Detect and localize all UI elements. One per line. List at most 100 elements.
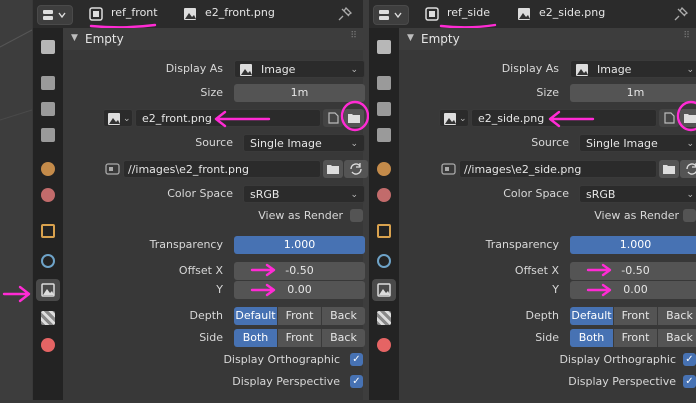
view-as-render-label: View as Render xyxy=(258,209,343,222)
properties-header: ref_side e2_side.png xyxy=(369,0,696,29)
material-tab-icon[interactable] xyxy=(377,338,391,352)
display-orthographic-checkbox[interactable]: ✓ xyxy=(350,353,363,366)
output-tab-icon[interactable] xyxy=(377,102,391,116)
texture-tab-icon[interactable] xyxy=(41,311,55,325)
object-name[interactable]: ref_front xyxy=(111,6,158,19)
color-space-dropdown[interactable]: sRGB ⌄ xyxy=(579,185,696,203)
depth-front-option[interactable]: Front xyxy=(614,307,658,325)
display-as-dropdown[interactable]: Image ⌄ xyxy=(570,60,696,78)
side-front-option[interactable]: Front xyxy=(614,329,658,347)
section-title: Empty xyxy=(421,32,460,46)
pin-icon[interactable] xyxy=(673,6,689,22)
depth-back-option[interactable]: Back xyxy=(322,307,365,325)
offset-y-label: Y xyxy=(216,283,223,296)
source-dropdown[interactable]: Single Image ⌄ xyxy=(243,134,365,152)
section-header-empty[interactable]: ▼ Empty ⠿ xyxy=(399,28,696,50)
physics-tab-icon[interactable] xyxy=(41,254,55,268)
depth-label: Depth xyxy=(525,309,559,322)
side-front-option[interactable]: Front xyxy=(278,329,322,347)
render-tab-icon[interactable] xyxy=(377,76,391,90)
side-back-option[interactable]: Back xyxy=(322,329,365,347)
display-as-label: Display As xyxy=(501,62,559,75)
filepath-field[interactable]: //images\e2_side.png xyxy=(459,160,657,178)
render-tab-icon[interactable] xyxy=(41,76,55,90)
chevron-down-icon: ⌄ xyxy=(350,139,358,149)
world-tab-icon[interactable] xyxy=(41,188,55,202)
output-tab-icon[interactable] xyxy=(41,102,55,116)
depth-back-option[interactable]: Back xyxy=(658,307,696,325)
scene-tab-icon[interactable] xyxy=(41,162,55,176)
image-browse-button[interactable]: ⌄ xyxy=(103,109,133,127)
image-icon xyxy=(576,64,588,76)
source-value: Single Image xyxy=(586,137,658,150)
material-tab-icon[interactable] xyxy=(41,338,55,352)
depth-default-option[interactable]: Default xyxy=(570,307,614,325)
physics-tab-icon[interactable] xyxy=(377,254,391,268)
source-dropdown[interactable]: Single Image ⌄ xyxy=(579,134,696,152)
texture-tab-icon[interactable] xyxy=(377,311,391,325)
chevron-down-icon: ⌄ xyxy=(350,65,358,75)
view-layer-tab-icon[interactable] xyxy=(377,128,391,142)
transparency-label: Transparency xyxy=(149,238,223,251)
viewport-sliver xyxy=(0,0,33,400)
transparency-slider[interactable]: 1.000 xyxy=(570,236,696,254)
depth-front-option[interactable]: Front xyxy=(278,307,322,325)
arrow-annotation-icon xyxy=(214,110,271,128)
image-data-icon xyxy=(41,283,55,297)
image-icon xyxy=(108,113,120,125)
color-space-value: sRGB xyxy=(586,188,616,201)
display-perspective-label: Display Perspective xyxy=(568,375,676,388)
display-perspective-label: Display Perspective xyxy=(232,375,340,388)
side-both-option[interactable]: Both xyxy=(570,329,614,347)
section-header-empty[interactable]: ▼ Empty ⠿ xyxy=(63,28,363,50)
scene-tab-icon[interactable] xyxy=(377,162,391,176)
view-as-render-checkbox[interactable] xyxy=(350,209,363,222)
circle-annotation xyxy=(676,100,696,132)
chevron-down-icon: ▼ xyxy=(71,33,78,43)
chevron-down-icon: ⌄ xyxy=(686,65,694,75)
pin-icon[interactable] xyxy=(337,6,353,22)
filepath-browse-button[interactable] xyxy=(659,160,679,178)
reload-button[interactable] xyxy=(344,160,368,178)
filepath-browse-button[interactable] xyxy=(323,160,343,178)
display-as-value: Image xyxy=(597,63,632,76)
tool-tab-icon[interactable] xyxy=(377,40,391,54)
reload-button[interactable] xyxy=(680,160,696,178)
color-space-dropdown[interactable]: sRGB ⌄ xyxy=(243,185,365,203)
drag-handle-icon[interactable]: ⠿ xyxy=(350,31,357,41)
object-data-tab-selected[interactable] xyxy=(372,279,396,301)
depth-default-option[interactable]: Default xyxy=(234,307,278,325)
object-name[interactable]: ref_side xyxy=(447,6,490,19)
file-image-icon xyxy=(441,163,456,175)
viewport-grid-lines xyxy=(0,29,33,121)
display-as-dropdown[interactable]: Image ⌄ xyxy=(234,60,365,78)
display-orthographic-checkbox[interactable]: ✓ xyxy=(683,353,696,366)
display-perspective-checkbox[interactable]: ✓ xyxy=(683,375,696,388)
side-both-option[interactable]: Both xyxy=(234,329,278,347)
chevron-down-icon: ▼ xyxy=(407,33,414,43)
view-layer-tab-icon[interactable] xyxy=(41,128,55,142)
properties-editor-icon xyxy=(379,10,402,20)
image-name[interactable]: e2_side.png xyxy=(539,6,605,19)
offset-x-label: Offset X xyxy=(514,264,559,277)
arrow-annotation-icon xyxy=(586,263,612,297)
side-label: Side xyxy=(535,331,559,344)
view-as-render-checkbox[interactable] xyxy=(683,209,696,222)
drag-handle-icon[interactable]: ⠿ xyxy=(683,31,690,41)
object-tab-icon[interactable] xyxy=(41,224,55,238)
editor-type-button[interactable] xyxy=(37,5,73,25)
image-browse-button[interactable]: ⌄ xyxy=(439,109,469,127)
properties-tabs xyxy=(33,28,63,400)
filepath-field[interactable]: //images\e2_front.png xyxy=(123,160,321,178)
editor-type-button[interactable] xyxy=(373,5,409,25)
tool-tab-icon[interactable] xyxy=(41,40,55,54)
transparency-slider[interactable]: 1.000 xyxy=(234,236,365,254)
empty-object-icon xyxy=(425,7,439,21)
arrow-annotation-icon xyxy=(250,263,276,297)
image-name[interactable]: e2_front.png xyxy=(205,6,275,19)
object-data-tab-selected[interactable] xyxy=(36,279,60,301)
object-tab-icon[interactable] xyxy=(377,224,391,238)
world-tab-icon[interactable] xyxy=(377,188,391,202)
display-perspective-checkbox[interactable]: ✓ xyxy=(350,375,363,388)
side-back-option[interactable]: Back xyxy=(658,329,696,347)
